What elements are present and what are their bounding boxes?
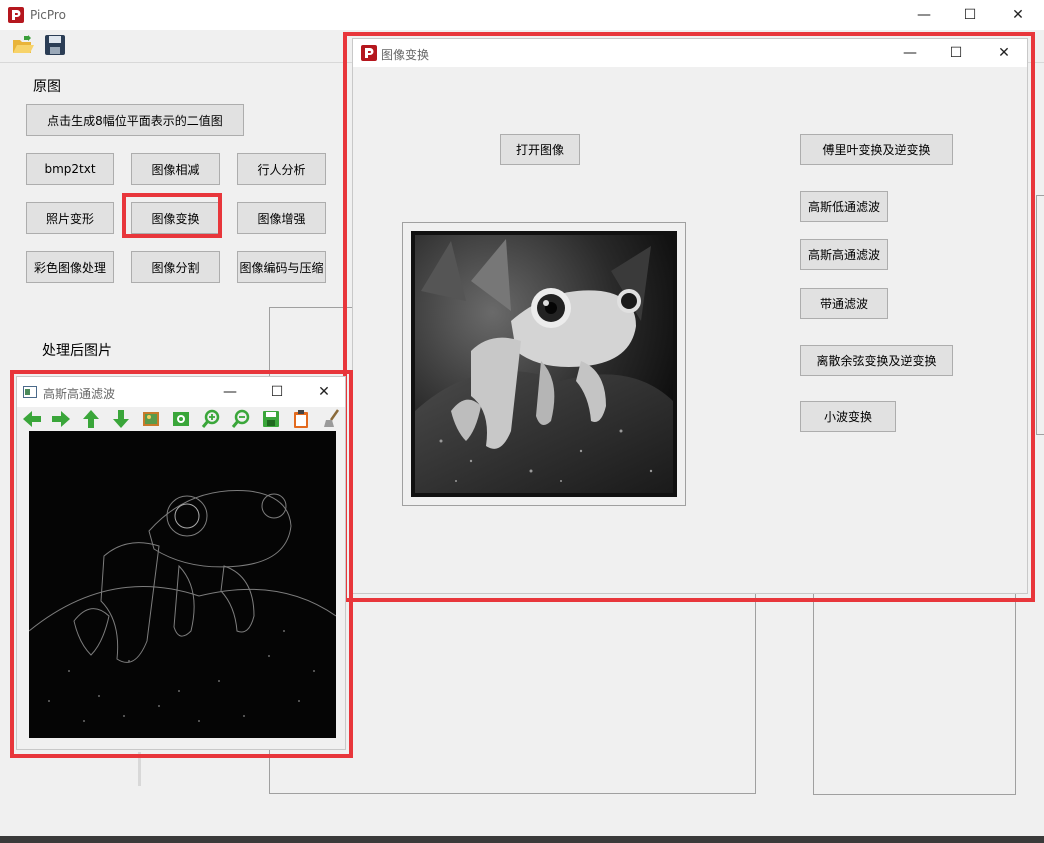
transform-window: 图像变换 — ☐ ✕ 打开图像 傅里叶变换及逆变换 高斯低通滤波 高斯高通滤波 …	[352, 38, 1028, 594]
minimize-button[interactable]: —	[207, 377, 253, 407]
arrow-right-icon[interactable]	[50, 408, 72, 430]
brush-icon[interactable]	[320, 408, 342, 430]
viewer-app-icon	[23, 386, 37, 398]
wavelet-button[interactable]: 小波变换	[800, 401, 896, 432]
fit-window-icon[interactable]	[170, 408, 192, 430]
image-transform-button[interactable]: 图像变换	[131, 202, 220, 234]
main-window-title: PicPro	[30, 8, 66, 22]
original-label: 原图	[33, 79, 61, 95]
close-button[interactable]: ✕	[301, 377, 347, 407]
main-title-bar	[0, 0, 1044, 30]
highpass-result-image	[28, 431, 337, 738]
color-processing-button[interactable]: 彩色图像处理	[26, 251, 114, 283]
taskbar	[0, 836, 1044, 843]
maximize-button[interactable]: ☐	[947, 0, 993, 30]
bmp2txt-button[interactable]: bmp2txt	[26, 153, 114, 185]
processed-image-panel	[813, 585, 1016, 795]
open-image-button[interactable]: 打开图像	[500, 134, 580, 165]
frog-image	[411, 231, 677, 497]
close-button[interactable]: ✕	[981, 38, 1027, 68]
scroll-divider	[138, 752, 141, 786]
minimize-button[interactable]: —	[901, 0, 947, 30]
viewer-window-title: 高斯高通滤波	[43, 387, 116, 401]
bandpass-filter-button[interactable]: 带通滤波	[800, 288, 888, 319]
arrow-up-icon[interactable]	[80, 408, 102, 430]
zoom-in-icon[interactable]	[200, 408, 222, 430]
image-enhance-button[interactable]: 图像增强	[237, 202, 326, 234]
app-logo-icon	[8, 7, 24, 23]
transform-window-title: 图像变换	[381, 48, 430, 62]
zoom-out-icon[interactable]	[230, 408, 252, 430]
app-logo-icon	[361, 45, 377, 61]
arrow-left-icon[interactable]	[21, 408, 43, 430]
dct-button[interactable]: 离散余弦变换及逆变换	[800, 345, 953, 376]
pedestrian-analysis-button[interactable]: 行人分析	[237, 153, 326, 185]
open-folder-icon[interactable]	[12, 34, 34, 56]
picture-icon[interactable]	[140, 408, 162, 430]
fourier-transform-button[interactable]: 傅里叶变换及逆变换	[800, 134, 953, 165]
clipboard-icon[interactable]	[290, 408, 312, 430]
right-edge-strip	[1036, 195, 1044, 435]
minimize-button[interactable]: —	[887, 38, 933, 68]
image-encode-button[interactable]: 图像编码与压缩	[237, 251, 326, 283]
save-icon[interactable]	[260, 408, 282, 430]
maximize-button[interactable]: ☐	[933, 38, 979, 68]
photo-deform-button[interactable]: 照片变形	[26, 202, 114, 234]
processed-label: 处理后图片	[42, 343, 112, 359]
arrow-down-icon[interactable]	[110, 408, 132, 430]
gaussian-highpass-button[interactable]: 高斯高通滤波	[800, 239, 888, 270]
save-icon[interactable]	[44, 34, 66, 56]
image-subtract-button[interactable]: 图像相减	[131, 153, 220, 185]
maximize-button[interactable]: ☐	[254, 377, 300, 407]
close-button[interactable]: ✕	[995, 0, 1041, 30]
bitplane-button[interactable]: 点击生成8幅位平面表示的二值图	[26, 104, 244, 136]
gaussian-lowpass-button[interactable]: 高斯低通滤波	[800, 191, 888, 222]
image-segment-button[interactable]: 图像分割	[131, 251, 220, 283]
